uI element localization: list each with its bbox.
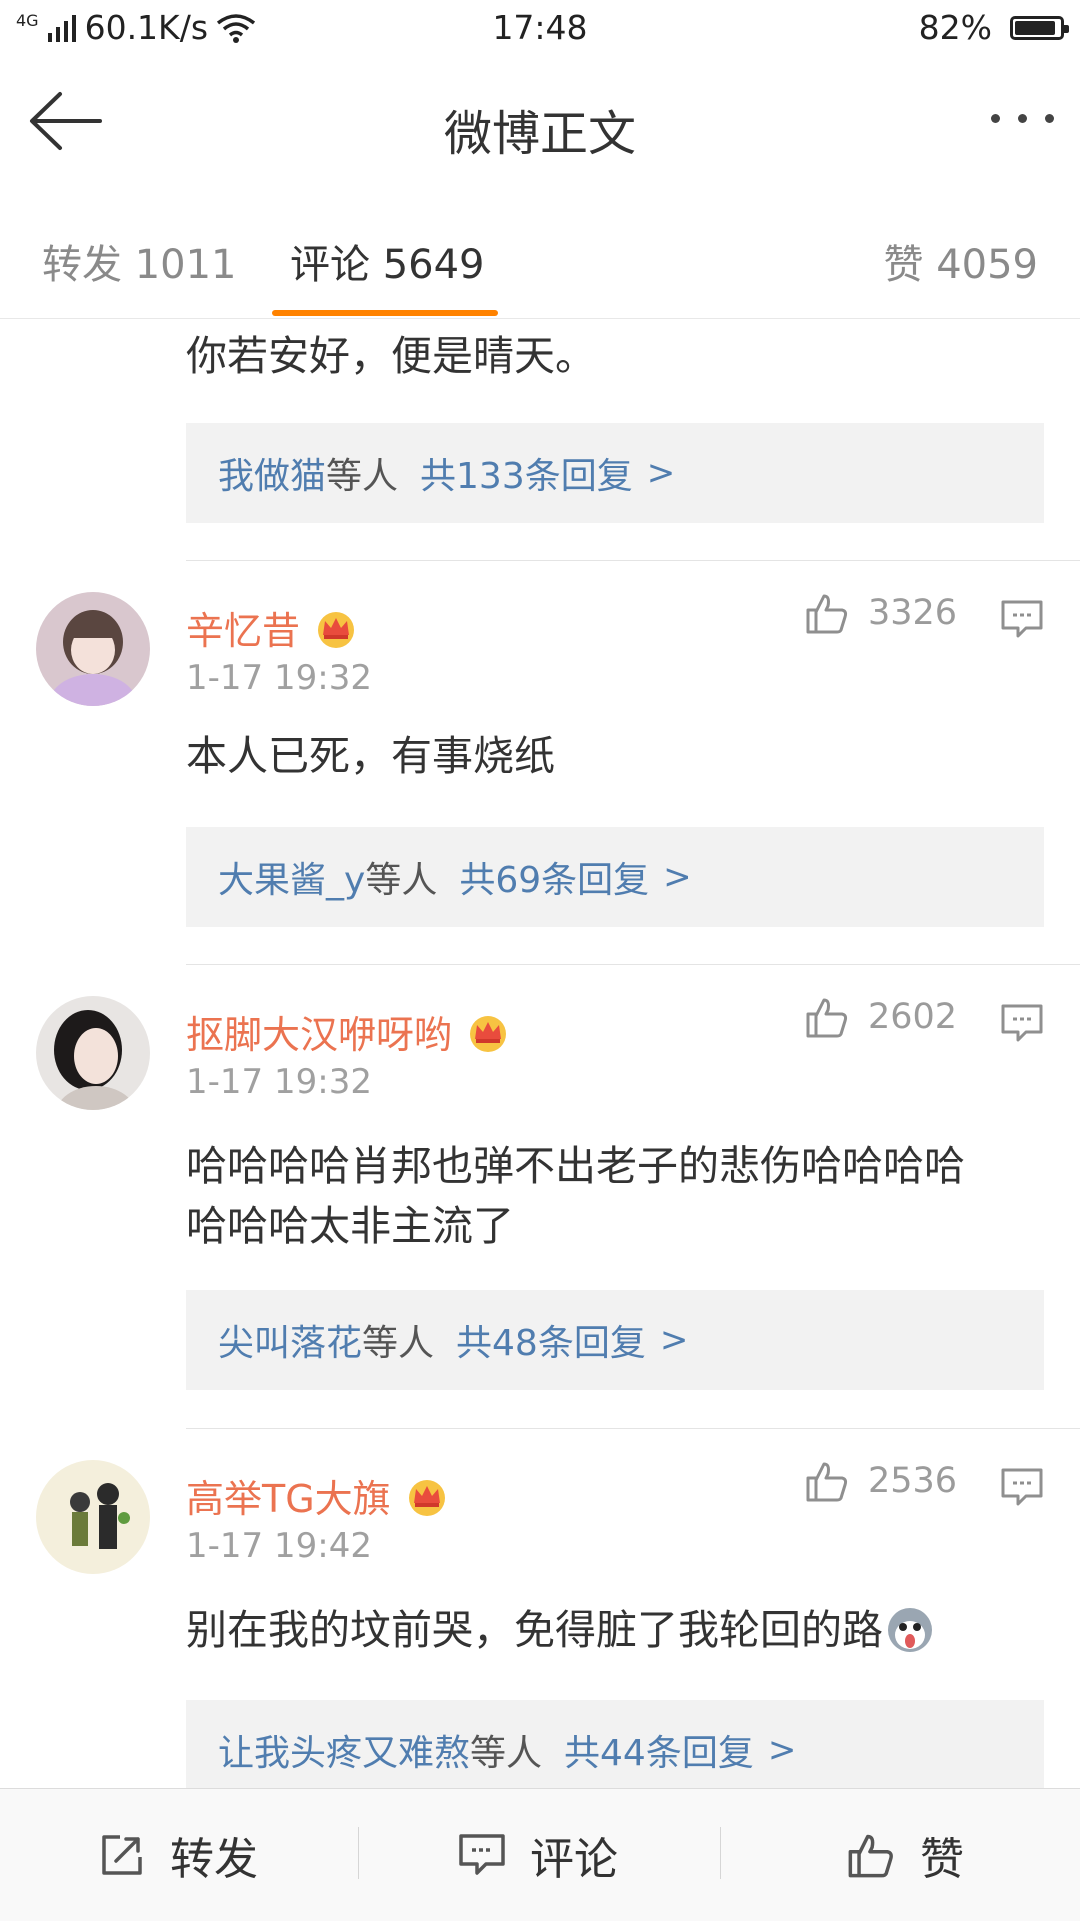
comment-username[interactable]: 高举TG大旗	[186, 1468, 449, 1523]
tab-comments[interactable]: 评论 5649	[290, 232, 485, 290]
share-icon[interactable]	[98, 1831, 146, 1879]
reply-count[interactable]: 共69条回复	[459, 851, 649, 903]
like-button[interactable]: 2602	[804, 994, 957, 1040]
reply-etc: 等人	[365, 860, 438, 901]
reply-summary[interactable]: 尖叫落花 等人 共48条回复 >	[186, 1290, 1044, 1390]
separator	[720, 1827, 721, 1879]
crown-icon	[408, 1479, 445, 1516]
tab-reposts[interactable]: 转发 1011	[42, 232, 237, 290]
divider	[186, 964, 1080, 965]
divider	[186, 1428, 1080, 1429]
comment-text: 本人已死，有事烧纸	[186, 732, 555, 780]
like-label[interactable]: 赞	[920, 1823, 964, 1887]
comment-feed[interactable]: 你若安好，便是晴天。 我做猫 等人 共133条回复 > 辛忆昔 1-17 19:…	[0, 318, 1080, 1788]
reply-etc: 等人	[470, 1733, 543, 1774]
comment-text-row: 别在我的坟前哭，免得脏了我轮回的路	[186, 1600, 1046, 1660]
chevron-right-icon: >	[646, 453, 676, 493]
like-count: 3326	[868, 593, 958, 633]
comment-button[interactable]: 评论	[458, 1789, 618, 1921]
repost-label[interactable]: 转发	[170, 1823, 258, 1887]
like-bar-button[interactable]: 赞	[846, 1789, 964, 1921]
reply-etc: 等人	[362, 1323, 435, 1364]
reply-summary[interactable]: 让我头疼又难熬 等人 共44条回复 >	[186, 1700, 1044, 1788]
repost-button[interactable]: 转发	[98, 1789, 258, 1921]
battery-icon	[1010, 15, 1069, 40]
separator	[358, 1827, 359, 1879]
chevron-right-icon: >	[767, 1730, 797, 1770]
comment-time: 1-17 19:32	[186, 658, 372, 698]
comment-username[interactable]: 辛忆昔	[186, 600, 358, 655]
comment-username[interactable]: 抠脚大汉咿呀哟	[186, 1004, 510, 1059]
reply-icon[interactable]	[1000, 1003, 1044, 1043]
thumbs-up-icon[interactable]	[804, 994, 850, 1040]
username-text[interactable]: 辛忆昔	[186, 600, 300, 655]
chevron-right-icon: >	[659, 1320, 689, 1360]
comment-text: 别在我的坟前哭，免得脏了我轮回的路	[186, 1606, 883, 1654]
reply-count[interactable]: 共133条回复	[420, 447, 633, 499]
comment-text-line2: 哈哈哈太非主流了	[186, 1202, 514, 1250]
avatar[interactable]	[36, 1460, 150, 1574]
reply-names[interactable]: 让我头疼又难熬	[218, 1724, 470, 1776]
more-options-icon[interactable]	[974, 98, 1054, 138]
reply-etc: 等人	[326, 456, 399, 497]
like-count: 2602	[868, 997, 958, 1037]
comment-time: 1-17 19:32	[186, 1062, 372, 1102]
comment-time: 1-17 19:42	[186, 1526, 372, 1566]
reply-names[interactable]: 我做猫	[218, 447, 326, 499]
reply-summary[interactable]: 我做猫 等人 共133条回复 >	[186, 423, 1044, 523]
husky-emoji-icon	[888, 1608, 932, 1652]
status-bar: 4G 60.1K/s 17:48 82%	[0, 0, 1080, 56]
active-tab-indicator	[272, 310, 498, 316]
chevron-right-icon: >	[663, 857, 692, 897]
like-button[interactable]: 2536	[804, 1458, 957, 1504]
crown-icon	[470, 1015, 507, 1052]
thumbs-up-icon[interactable]	[804, 590, 850, 636]
avatar[interactable]	[36, 996, 150, 1110]
reply-count[interactable]: 共44条回复	[564, 1724, 754, 1776]
like-count: 2536	[868, 1461, 958, 1501]
bottom-action-bar: 转发 评论 赞	[0, 1788, 1080, 1921]
crown-icon	[318, 611, 355, 648]
avatar[interactable]	[36, 592, 150, 706]
username-text[interactable]: 抠脚大汉咿呀哟	[186, 1004, 452, 1059]
tab-bar: 转发 1011 评论 5649 赞 4059	[0, 186, 1080, 319]
comment-icon[interactable]	[458, 1832, 506, 1878]
comment-label[interactable]: 评论	[530, 1823, 618, 1887]
reply-summary[interactable]: 大果酱_y 等人 共69条回复 >	[186, 827, 1044, 927]
reply-count[interactable]: 共48条回复	[456, 1314, 646, 1366]
comment-text-line1: 哈哈哈哈肖邦也弹不出老子的悲伤哈哈哈哈	[186, 1142, 965, 1190]
reply-icon[interactable]	[1000, 599, 1044, 639]
reply-icon[interactable]	[1000, 1467, 1044, 1507]
thumbs-up-icon[interactable]	[846, 1830, 896, 1880]
like-button[interactable]: 3326	[804, 590, 957, 636]
tab-likes[interactable]: 赞 4059	[883, 232, 1038, 290]
nav-bar: 微博正文	[0, 56, 1080, 187]
comment-text: 你若安好，便是晴天。	[186, 332, 596, 380]
reply-names[interactable]: 尖叫落花	[218, 1314, 362, 1366]
divider	[186, 560, 1080, 561]
page-title: 微博正文	[443, 106, 636, 162]
thumbs-up-icon[interactable]	[804, 1458, 850, 1504]
battery-percent: 82%	[918, 8, 992, 47]
reply-names[interactable]: 大果酱_y	[218, 851, 365, 903]
username-text[interactable]: 高举TG大旗	[186, 1468, 391, 1523]
status-right: 82%	[918, 8, 1069, 47]
